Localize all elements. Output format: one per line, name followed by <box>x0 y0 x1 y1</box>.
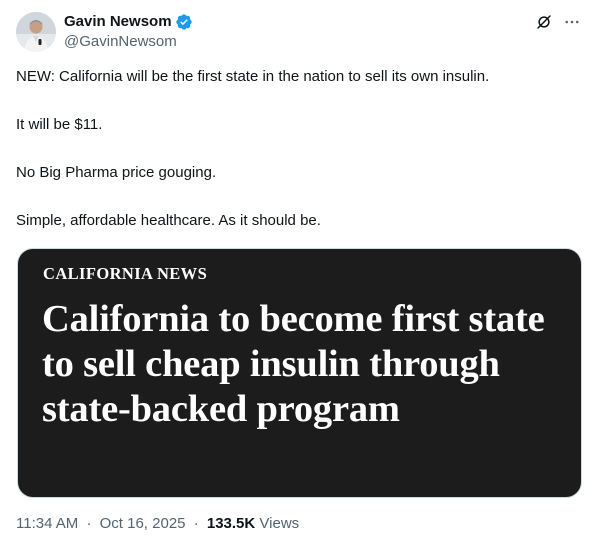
verified-badge-icon[interactable] <box>175 13 193 31</box>
tweet: Gavin Newsom @GavinNewsom NEW: Californi… <box>0 0 599 540</box>
card-headline: California to become first state to sell… <box>42 298 545 430</box>
media-card[interactable]: CALIFORNIA NEWS California to become fir… <box>17 248 582 498</box>
tweet-paragraph: No Big Pharma price gouging. <box>16 164 217 181</box>
tweet-paragraph: It will be $11. <box>16 116 103 133</box>
tweet-paragraph: NEW: California will be the first state … <box>16 68 490 85</box>
display-name[interactable]: Gavin Newsom <box>64 12 172 32</box>
avatar-image <box>16 12 56 52</box>
avatar[interactable] <box>16 12 56 52</box>
more-icon[interactable] <box>561 11 583 33</box>
meta-separator: · <box>193 515 199 532</box>
grok-icon[interactable] <box>533 11 555 33</box>
meta-separator: · <box>86 515 92 532</box>
tweet-text: NEW: California will be the first state … <box>16 67 583 259</box>
author-names: Gavin Newsom @GavinNewsom <box>64 12 193 52</box>
views-label: Views <box>259 515 300 532</box>
tweet-time[interactable]: 11:34 AM <box>16 515 78 532</box>
author-handle[interactable]: @GavinNewsom <box>64 32 193 52</box>
tweet-paragraph: Simple, affordable healthcare. As it sho… <box>16 212 321 229</box>
header-actions <box>533 11 583 33</box>
card-kicker: CALIFORNIA NEWS <box>43 264 208 283</box>
tweet-date[interactable]: Oct 16, 2025 <box>100 515 186 532</box>
tweet-header: Gavin Newsom @GavinNewsom <box>16 11 583 52</box>
tweet-meta: 11:34 AM · Oct 16, 2025 · 133.5K Views <box>16 514 299 534</box>
views-count[interactable]: 133.5K <box>207 515 255 532</box>
display-name-row: Gavin Newsom <box>64 12 193 32</box>
